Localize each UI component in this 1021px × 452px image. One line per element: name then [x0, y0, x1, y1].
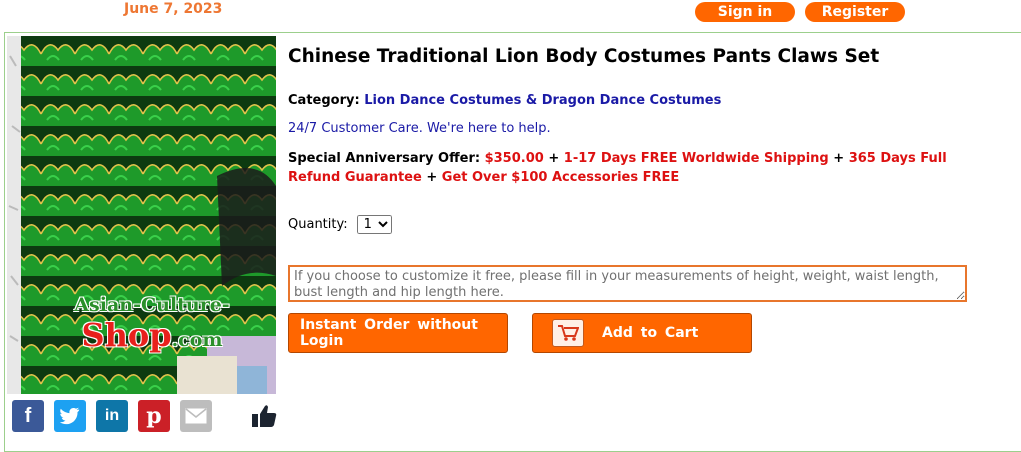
facebook-share-button[interactable]: f: [12, 400, 44, 432]
plus-sign: +: [548, 151, 560, 166]
twitter-share-button[interactable]: [54, 400, 86, 432]
shopping-cart-icon: [552, 319, 584, 347]
email-share-button[interactable]: [180, 400, 212, 432]
sign-in-button[interactable]: Sign in: [695, 2, 795, 22]
customer-care-link[interactable]: 24/7 Customer Care. We're here to help.: [288, 121, 551, 136]
register-button[interactable]: Register: [805, 2, 905, 22]
thumbs-up-icon: [252, 405, 277, 427]
product-title: Chinese Traditional Lion Body Costumes P…: [288, 46, 880, 67]
instant-order-label: Instant Order without Login: [300, 317, 478, 349]
add-to-cart-label: Add to Cart: [602, 325, 699, 341]
linkedin-icon: in: [104, 407, 120, 424]
instant-order-button[interactable]: Instant Order without Login: [288, 313, 508, 353]
like-button[interactable]: [251, 403, 277, 429]
category-line: Category: Lion Dance Costumes & Dragon D…: [288, 93, 721, 108]
offer-block: Special Anniversary Offer: $350.00 + 1-1…: [288, 149, 968, 187]
email-icon: [185, 408, 207, 424]
pinterest-icon: p: [146, 403, 162, 429]
customization-textarea[interactable]: [288, 265, 967, 302]
product-image[interactable]: Asian-Culture-Shop.com: [7, 36, 276, 394]
accessories-offer: Get Over $100 Accessories FREE: [441, 170, 680, 185]
facebook-icon: f: [24, 404, 32, 427]
plus-sign: +: [833, 151, 845, 166]
twitter-icon: [60, 407, 80, 425]
quantity-select[interactable]: 1: [356, 215, 392, 234]
date-label: June 7, 2023: [124, 1, 223, 17]
pinterest-share-button[interactable]: p: [138, 400, 170, 432]
shipping-offer: 1-17 Days FREE Worldwide Shipping: [563, 151, 829, 166]
category-label: Category:: [288, 93, 360, 108]
offer-label: Special Anniversary Offer:: [288, 151, 481, 166]
quantity-label: Quantity:: [288, 217, 348, 232]
category-link[interactable]: Lion Dance Costumes & Dragon Dance Costu…: [364, 93, 721, 108]
add-to-cart-button[interactable]: Add to Cart: [532, 313, 752, 353]
quantity-row: Quantity: 1: [288, 215, 392, 234]
plus-sign: +: [426, 170, 438, 185]
lion-costume-photo: [7, 36, 276, 394]
linkedin-share-button[interactable]: in: [96, 400, 128, 432]
price: $350.00: [484, 151, 544, 166]
